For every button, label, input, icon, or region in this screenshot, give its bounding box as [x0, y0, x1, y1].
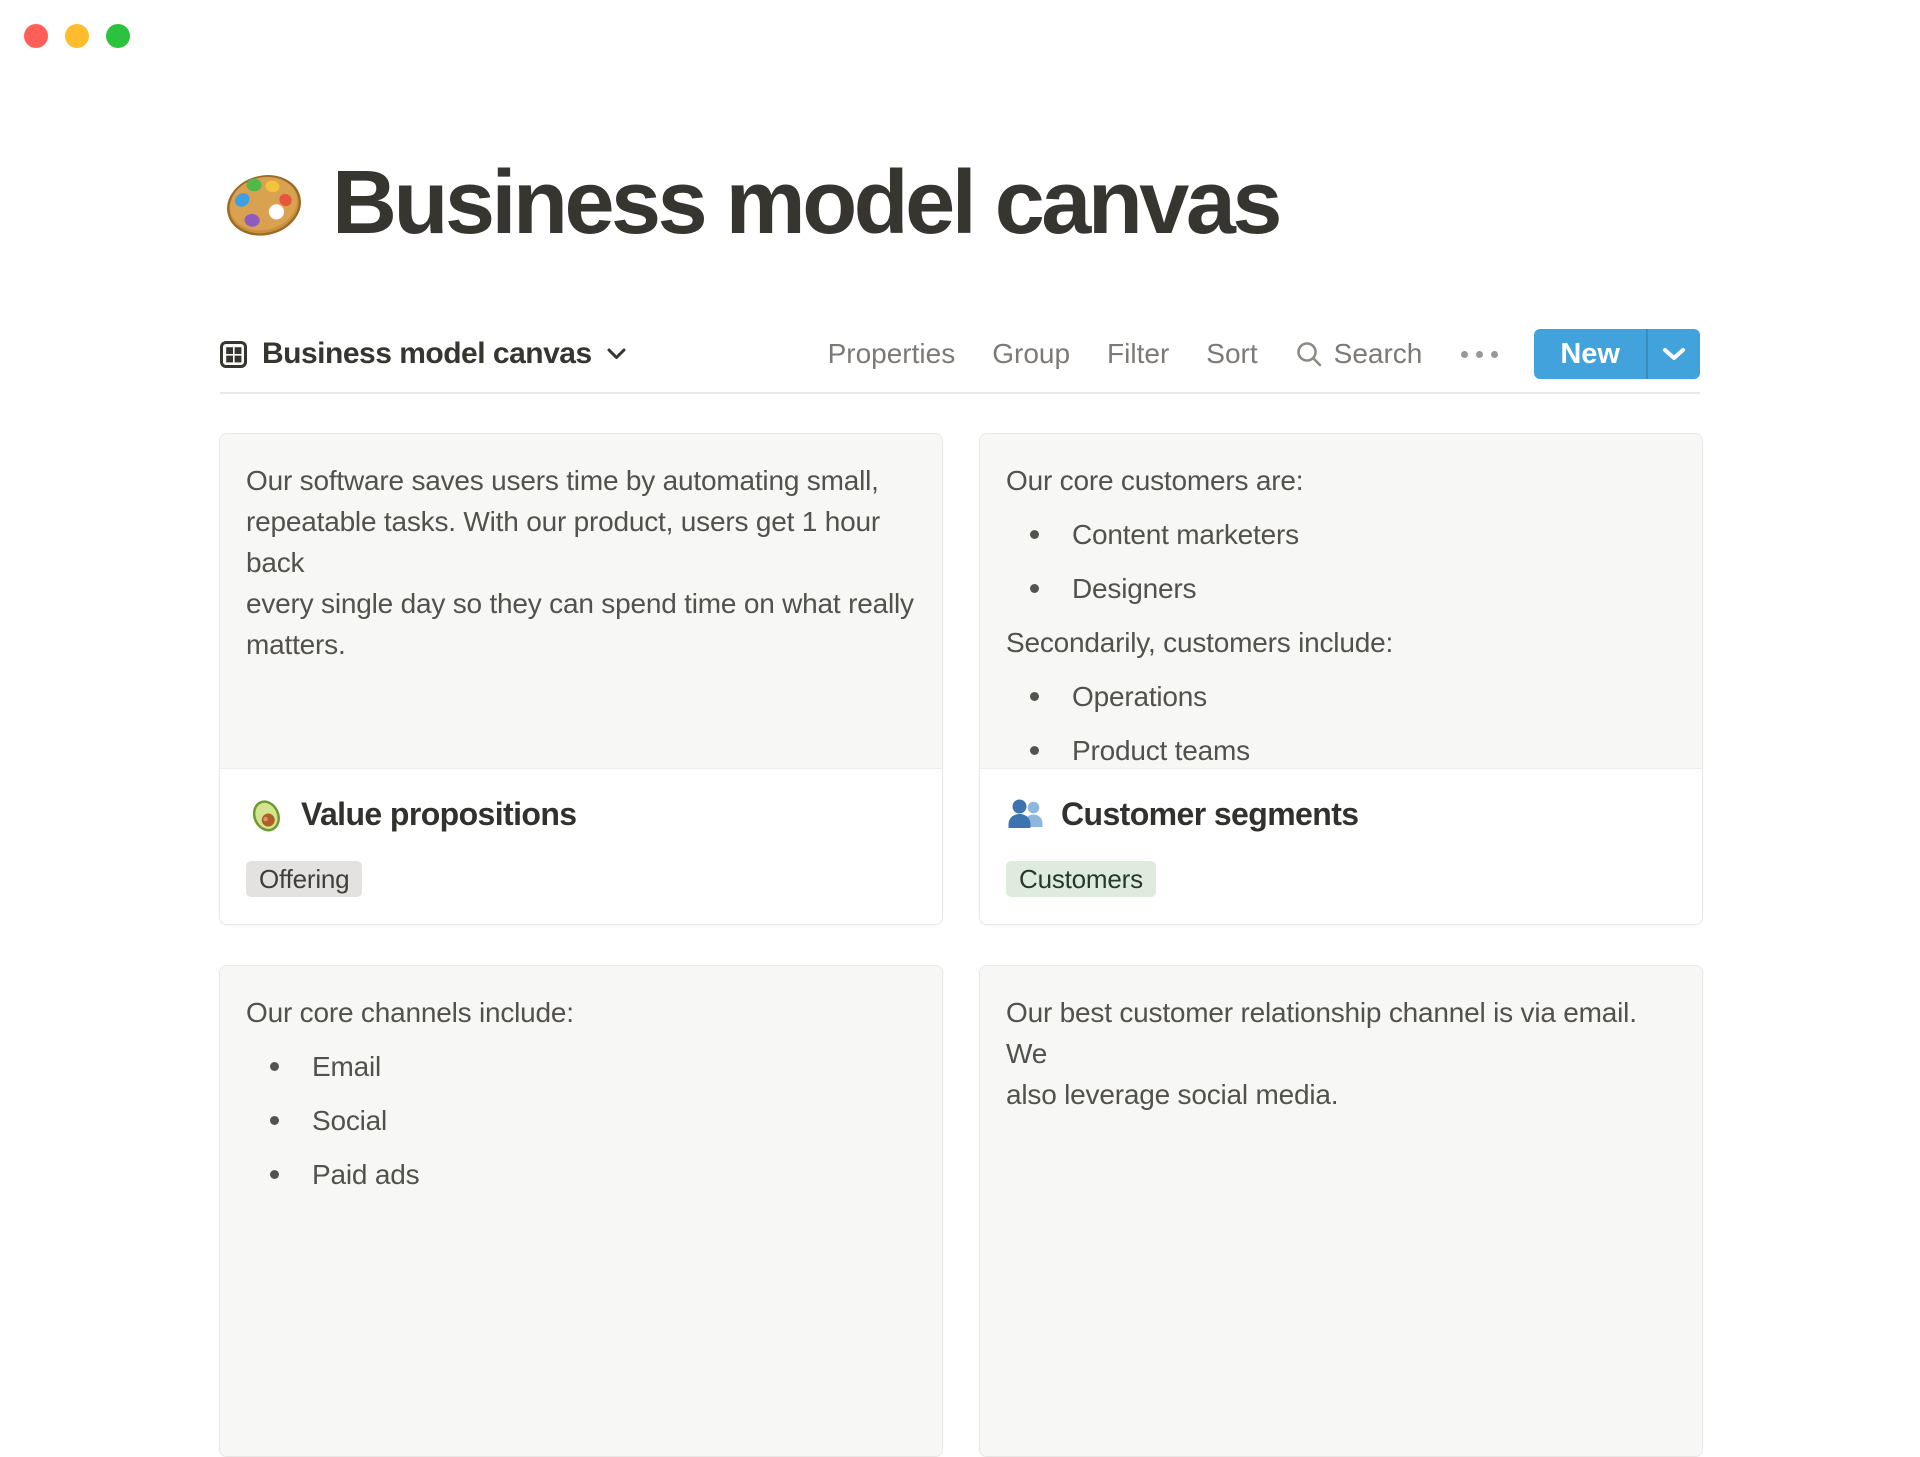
avocado-emoji-icon: [246, 794, 286, 834]
sort-button[interactable]: Sort: [1206, 338, 1257, 370]
gallery-card[interactable]: Our core customers are: Content marketers…: [979, 433, 1703, 925]
new-button[interactable]: New: [1534, 329, 1700, 379]
gallery-card[interactable]: Our core channels include: Email Social Pai…: [219, 965, 943, 1457]
card-bullet-item: Product teams: [1006, 730, 1676, 768]
card-paragraph: Our core channels include:: [246, 997, 574, 1028]
busts-emoji-icon: [1006, 794, 1046, 834]
card-bullet-item: Content marketers: [1006, 514, 1676, 555]
search-icon: [1296, 342, 1321, 367]
filter-button[interactable]: Filter: [1107, 338, 1169, 370]
card-title: Customer segments: [1061, 795, 1359, 832]
group-button[interactable]: Group: [992, 338, 1070, 370]
card-tag: Offering: [246, 861, 363, 897]
card-title: Value propositions: [301, 795, 577, 832]
card-preview: Our best customer relationship channel i…: [980, 966, 1702, 1456]
gallery-grid: Our software saves users time by automat…: [219, 433, 1703, 1457]
card-tag: Customers: [1006, 861, 1156, 897]
card-paragraph: Our best customer relationship channel i…: [1006, 997, 1637, 1110]
page-header: Business model canvas: [222, 158, 1282, 248]
card-bullet-list: Content marketers Designers: [1006, 514, 1676, 609]
card-bullet-item: Designers: [1006, 568, 1676, 609]
card-bullet-item: Email: [246, 1046, 916, 1087]
view-actions: Properties Group Filter Sort Search New: [828, 329, 1700, 379]
search-button[interactable]: Search: [1295, 338, 1423, 370]
chevron-down-icon: [1663, 348, 1685, 360]
palette-emoji-icon: [227, 175, 301, 236]
new-dropdown-button[interactable]: [1648, 329, 1700, 379]
card-preview: Our software saves users time by automat…: [220, 434, 942, 768]
gallery-grid-icon: [220, 340, 247, 368]
new-button-label[interactable]: New: [1534, 329, 1646, 379]
zoom-window-button[interactable]: [106, 24, 130, 48]
chevron-down-icon: [607, 348, 626, 359]
card-preview: Our core channels include: Email Social Pai…: [220, 966, 942, 1456]
card-bullet-list: Email Social Paid ads: [246, 1046, 916, 1195]
properties-button[interactable]: Properties: [828, 338, 956, 370]
card-title-row: Value propositions: [246, 793, 916, 835]
gallery-card[interactable]: Our software saves users time by automat…: [219, 433, 943, 925]
gallery-card[interactable]: Our best customer relationship channel i…: [979, 965, 1703, 1457]
card-footer: Customer segments Customers: [980, 768, 1702, 921]
card-bullet-list: Operations Product teams: [1006, 676, 1676, 768]
card-bullet-item: Operations: [1006, 676, 1676, 717]
card-paragraph: Our core customers are:: [1006, 465, 1304, 496]
close-window-button[interactable]: [24, 24, 48, 48]
more-options-icon[interactable]: [1459, 350, 1500, 358]
card-paragraph: Our software saves users time by automat…: [246, 465, 914, 660]
card-footer: Value propositions Offering: [220, 768, 942, 921]
card-paragraph: Secondarily, customers include:: [1006, 627, 1394, 658]
card-title-row: Customer segments: [1006, 793, 1676, 835]
view-name-label: Business model canvas: [262, 337, 592, 370]
view-toolbar: Business model canvas Properties Group F…: [220, 316, 1700, 394]
minimize-window-button[interactable]: [65, 24, 89, 48]
card-preview: Our core customers are: Content marketers…: [980, 434, 1702, 768]
view-selector[interactable]: Business model canvas: [220, 337, 626, 371]
search-label: Search: [1333, 338, 1423, 369]
card-bullet-item: Social: [246, 1100, 916, 1141]
window-controls: [24, 24, 130, 48]
page-title[interactable]: Business model canvas: [332, 158, 1282, 248]
card-bullet-item: Paid ads: [246, 1154, 916, 1195]
